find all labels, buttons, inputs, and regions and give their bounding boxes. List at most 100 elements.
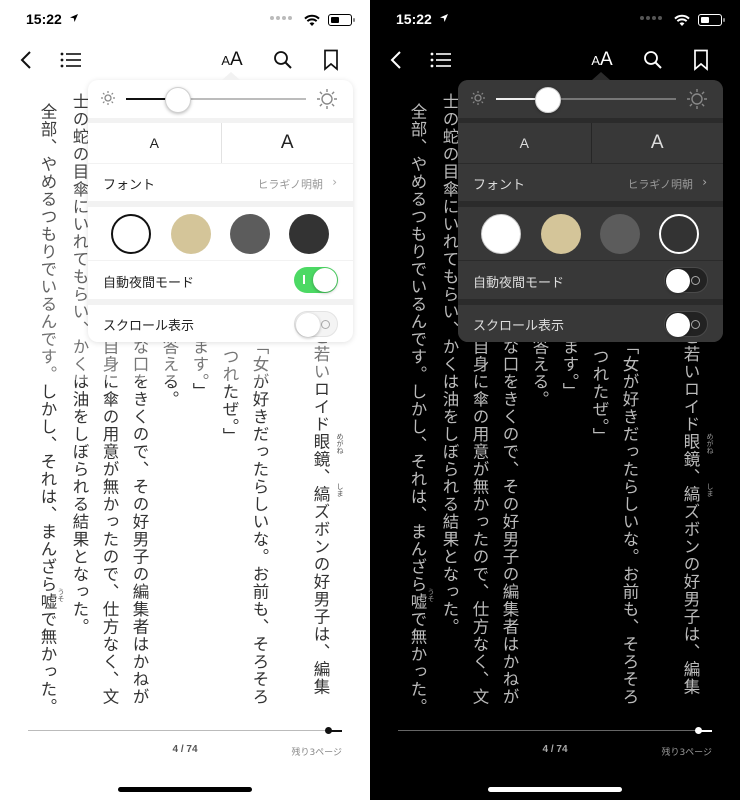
text-column: 答える。 [160, 338, 179, 408]
text-column: 自身に傘の用意が無かったので、仕方なく、文 [470, 338, 489, 706]
scroll-view-toggle[interactable] [294, 311, 338, 337]
text-column: 全部、やめるつもりでいるんです。しかし、それは、まんざら嘘で無かった。 [408, 103, 427, 716]
increase-font-size-button[interactable]: A [590, 123, 724, 163]
signal-icon [640, 16, 662, 20]
battery-icon [698, 14, 725, 26]
night-mode-toggle[interactable] [294, 267, 338, 293]
list-icon [60, 52, 81, 68]
font-label: フォント [103, 178, 156, 193]
night-mode-row: 自動夜間モード [458, 261, 723, 299]
font-value: ヒラギノ明朝 [627, 178, 693, 191]
search-icon [274, 51, 292, 69]
contents-button[interactable] [428, 46, 454, 74]
pages-remaining: 残り3ページ [291, 748, 342, 758]
bookmark-button[interactable] [318, 46, 344, 74]
scroll-view-row: スクロール表示 [88, 305, 353, 342]
wifi-icon [674, 12, 690, 31]
popover-caret [222, 72, 240, 80]
location-arrow-icon [439, 13, 449, 26]
brightness-slider[interactable] [126, 98, 306, 100]
search-button[interactable] [640, 46, 666, 74]
brightness-slider[interactable] [496, 98, 676, 100]
theme-row [88, 207, 353, 260]
reading-progress-bar[interactable] [398, 727, 712, 734]
night-mode-toggle[interactable] [664, 267, 708, 293]
brightness-slider-thumb[interactable] [165, 87, 192, 113]
text-column: ます。」 [560, 338, 579, 400]
text-column: 「女が好きだったらしいな。お前も、そろそろ [620, 338, 639, 706]
progress-end-marker [696, 730, 712, 732]
appearance-button[interactable]: AA [216, 46, 248, 74]
search-icon [644, 51, 662, 69]
brightness-high-icon [317, 89, 337, 109]
text-column: 「女が好きだったらしいな。お前も、そろそろ [250, 338, 269, 706]
font-size-row: A A [88, 123, 353, 163]
reader-dark: 15:22 AA ど若いロイド眼鏡、縞ズボンの好男子は、編集 「女が好きだったら… [370, 0, 740, 800]
brightness-slider-thumb[interactable] [535, 87, 562, 113]
night-mode-row: 自動夜間モード [88, 261, 353, 299]
status-time: 15:22 [396, 11, 432, 27]
text-column: ます。」 [190, 338, 209, 400]
progress-fill [28, 730, 329, 731]
brightness-low-icon [101, 91, 115, 105]
scroll-view-row: スクロール表示 [458, 305, 723, 342]
text-column: ど若いロイド眼鏡、縞ズボンの好男子は、編集 [681, 328, 700, 696]
theme-white-button[interactable] [111, 214, 151, 254]
theme-night-button[interactable] [289, 214, 329, 254]
theme-row [458, 207, 723, 260]
scroll-view-toggle[interactable] [664, 311, 708, 337]
brightness-low-icon [471, 91, 485, 105]
home-indicator [118, 787, 252, 792]
ruby-annotation: めがね [706, 433, 714, 454]
theme-gray-button[interactable] [600, 214, 640, 254]
decrease-font-size-button[interactable]: A [458, 123, 591, 163]
font-label: フォント [473, 178, 526, 193]
ruby-annotation: うそ [427, 588, 435, 602]
battery-icon [328, 14, 355, 26]
brightness-high-icon [687, 89, 707, 109]
font-size-row: A A [458, 123, 723, 163]
chevron-left-icon [390, 51, 401, 69]
back-button[interactable] [14, 46, 38, 74]
signal-icon [270, 16, 292, 20]
status-time: 15:22 [26, 11, 62, 27]
theme-night-button[interactable] [659, 214, 699, 254]
decrease-font-size-button[interactable]: A [88, 123, 221, 163]
appearance-popover: A A フォント ヒラギノ明朝 › 自動夜間モード スクロール表示 [88, 72, 353, 342]
font-row[interactable]: フォント ヒラギノ明朝 › [458, 164, 723, 201]
theme-gray-button[interactable] [230, 214, 270, 254]
progress-fill [398, 730, 699, 731]
text-column: つれたぜ。」 [220, 348, 239, 445]
home-indicator [488, 787, 622, 792]
text-column: つれたぜ。」 [590, 348, 609, 445]
font-row[interactable]: フォント ヒラギノ明朝 › [88, 164, 353, 201]
bookmark-button[interactable] [688, 46, 714, 74]
back-button[interactable] [384, 46, 408, 74]
theme-white-button[interactable] [481, 214, 521, 254]
search-button[interactable] [270, 46, 296, 74]
theme-sepia-button[interactable] [541, 214, 581, 254]
chevron-right-icon: › [332, 175, 337, 189]
scroll-view-label: スクロール表示 [473, 319, 565, 334]
appearance-button[interactable]: AA [586, 46, 618, 74]
reader-toolbar: AA [370, 46, 740, 74]
bookmark-icon [324, 49, 338, 71]
increase-font-size-button[interactable]: A [220, 123, 354, 163]
pages-remaining: 残り3ページ [661, 748, 712, 758]
popover-caret [592, 72, 610, 80]
aa-large-label: A [229, 49, 243, 70]
text-column: な口をきくので、その好男子の編集者はかねが [500, 338, 519, 706]
location-arrow-icon [69, 13, 79, 26]
chevron-right-icon: › [702, 175, 707, 189]
appearance-popover: A A フォント ヒラギノ明朝 › 自動夜間モード スクロール表示 [458, 72, 723, 342]
contents-button[interactable] [58, 46, 84, 74]
theme-sepia-button[interactable] [171, 214, 211, 254]
text-column: ど若いロイド眼鏡、縞ズボンの好男子は、編集 [311, 328, 330, 696]
brightness-row [458, 80, 723, 118]
night-mode-label: 自動夜間モード [103, 276, 195, 291]
ruby-annotation: めがね [336, 433, 344, 454]
list-icon [430, 52, 451, 68]
reading-progress-bar[interactable] [28, 727, 342, 734]
brightness-row [88, 80, 353, 118]
reader-light: 15:22 AA ど若いロイド眼鏡、縞ズボンの好男子は、編集 「女が好きだったら… [0, 0, 370, 800]
